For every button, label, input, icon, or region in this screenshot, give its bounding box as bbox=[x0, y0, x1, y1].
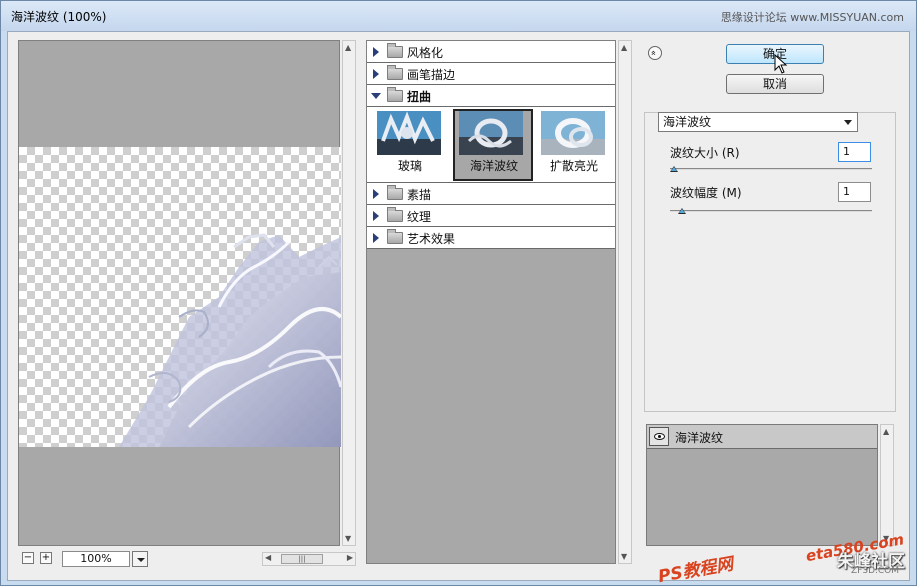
filter-thumb-diffuse-glow[interactable]: 扩散亮光 bbox=[535, 109, 615, 181]
category-sketch[interactable]: 素描 bbox=[367, 183, 615, 205]
folder-icon bbox=[387, 65, 403, 80]
category-label: 艺术效果 bbox=[407, 232, 456, 246]
expand-arrow-icon[interactable] bbox=[373, 47, 379, 57]
scroll-up-arrow-icon[interactable]: ▲ bbox=[345, 43, 351, 52]
title-bar[interactable]: 海洋波纹 (100%) 思缘设计论坛 www.MISSYUAN.com bbox=[1, 1, 916, 31]
filter-list-scrollbar[interactable]: ▲ ▼ bbox=[618, 40, 632, 564]
ocean-ripple-thumbnail-image bbox=[459, 111, 523, 155]
scrollbar-thumb[interactable]: ||| bbox=[281, 554, 323, 564]
scroll-left-arrow-icon[interactable]: ◀ bbox=[265, 553, 271, 562]
category-label: 纹理 bbox=[407, 210, 432, 224]
expand-arrow-icon[interactable] bbox=[373, 69, 379, 79]
ripple-magnitude-input[interactable]: 1 bbox=[838, 182, 871, 202]
effect-layers-panel: 海洋波纹 bbox=[646, 424, 878, 546]
category-label: 扭曲 bbox=[407, 90, 432, 104]
zoom-out-button[interactable]: − bbox=[22, 552, 34, 564]
ripple-size-slider[interactable] bbox=[670, 166, 872, 172]
dialog-body: ▲ ▼ − + 100% ◀ ||| ▶ 风格化 画笔描边 扭曲 玻璃 海洋波纹… bbox=[7, 31, 910, 586]
scroll-up-arrow-icon[interactable]: ▲ bbox=[621, 43, 627, 52]
filter-thumb-ocean-ripple[interactable]: 海洋波纹 bbox=[453, 109, 533, 181]
collapse-arrow-icon[interactable] bbox=[371, 93, 381, 99]
category-distort[interactable]: 扭曲 bbox=[367, 85, 615, 107]
scroll-right-arrow-icon[interactable]: ▶ bbox=[347, 553, 353, 562]
ripple-magnitude-label: 波纹幅度 (M) bbox=[670, 186, 742, 200]
preview-horizontal-scrollbar[interactable]: ◀ ||| ▶ bbox=[262, 552, 356, 566]
mouse-cursor-icon bbox=[774, 54, 788, 74]
layers-scrollbar[interactable]: ▲ ▼ bbox=[880, 424, 894, 546]
folder-icon bbox=[387, 43, 403, 58]
zoom-level-field[interactable]: 100% bbox=[62, 551, 130, 567]
preview-toolbar: − + 100% ◀ ||| ▶ bbox=[18, 550, 356, 568]
zoom-in-button[interactable]: + bbox=[40, 552, 52, 564]
diffuse-glow-thumbnail-image bbox=[541, 111, 605, 155]
cancel-button[interactable]: 取消 bbox=[726, 74, 824, 94]
eye-icon bbox=[654, 433, 665, 440]
expand-arrow-icon[interactable] bbox=[373, 211, 379, 221]
transparency-checkerboard bbox=[19, 147, 341, 447]
scroll-down-arrow-icon[interactable]: ▼ bbox=[345, 534, 351, 543]
ripple-magnitude-slider[interactable] bbox=[670, 208, 872, 214]
thumb-label: 海洋波纹 bbox=[469, 159, 518, 173]
slider-knob[interactable] bbox=[678, 208, 686, 214]
filter-category-list: 风格化 画笔描边 扭曲 玻璃 海洋波纹 扩散亮光 素描 纹理 艺术效果 bbox=[366, 40, 616, 564]
scroll-down-arrow-icon[interactable]: ▼ bbox=[621, 552, 627, 561]
watermark-text-a: PS教程网 bbox=[656, 554, 735, 586]
ripple-size-label: 波纹大小 (R) bbox=[670, 146, 740, 160]
zoom-dropdown-button[interactable] bbox=[132, 551, 148, 567]
category-artistic[interactable]: 艺术效果 bbox=[367, 227, 615, 249]
preview-vertical-scrollbar[interactable]: ▲ ▼ bbox=[342, 40, 356, 546]
ripple-size-input[interactable]: 1 bbox=[838, 142, 871, 162]
glass-thumbnail-image bbox=[377, 111, 441, 155]
site-watermark: 思缘设计论坛 www.MISSYUAN.com bbox=[720, 11, 904, 24]
category-texture[interactable]: 纹理 bbox=[367, 205, 615, 227]
filter-thumb-glass[interactable]: 玻璃 bbox=[371, 109, 451, 181]
effect-layer-name: 海洋波纹 bbox=[675, 431, 724, 445]
visibility-toggle[interactable] bbox=[649, 427, 669, 446]
category-label: 画笔描边 bbox=[407, 68, 456, 82]
distort-filter-thumbnails: 玻璃 海洋波纹 扩散亮光 bbox=[367, 107, 615, 183]
slider-knob[interactable] bbox=[670, 166, 678, 172]
watermark-text-d: ZF3D.COM bbox=[851, 566, 899, 576]
thumb-label: 玻璃 bbox=[397, 159, 422, 173]
folder-icon bbox=[387, 229, 403, 244]
folder-icon bbox=[387, 207, 403, 222]
effect-layer-row[interactable]: 海洋波纹 bbox=[647, 425, 877, 449]
open-folder-icon bbox=[387, 87, 403, 102]
window-title: 海洋波纹 (100%) bbox=[11, 10, 107, 24]
category-brush-strokes[interactable]: 画笔描边 bbox=[367, 63, 615, 85]
thumb-label: 扩散亮光 bbox=[549, 159, 598, 173]
scroll-up-arrow-icon[interactable]: ▲ bbox=[883, 427, 889, 436]
folder-icon bbox=[387, 185, 403, 200]
category-label: 风格化 bbox=[407, 46, 444, 60]
expand-arrow-icon[interactable] bbox=[373, 233, 379, 243]
preview-canvas[interactable] bbox=[18, 40, 341, 546]
category-stylize[interactable]: 风格化 bbox=[367, 41, 615, 63]
collapse-gallery-button[interactable]: » bbox=[648, 46, 662, 60]
expand-arrow-icon[interactable] bbox=[373, 189, 379, 199]
rippled-image-preview bbox=[119, 233, 341, 447]
category-label: 素描 bbox=[407, 188, 432, 202]
filter-gallery-window: 海洋波纹 (100%) 思缘设计论坛 www.MISSYUAN.com ▲ ▼ … bbox=[0, 0, 917, 586]
filter-select-dropdown[interactable]: 海洋波纹 bbox=[658, 112, 858, 132]
